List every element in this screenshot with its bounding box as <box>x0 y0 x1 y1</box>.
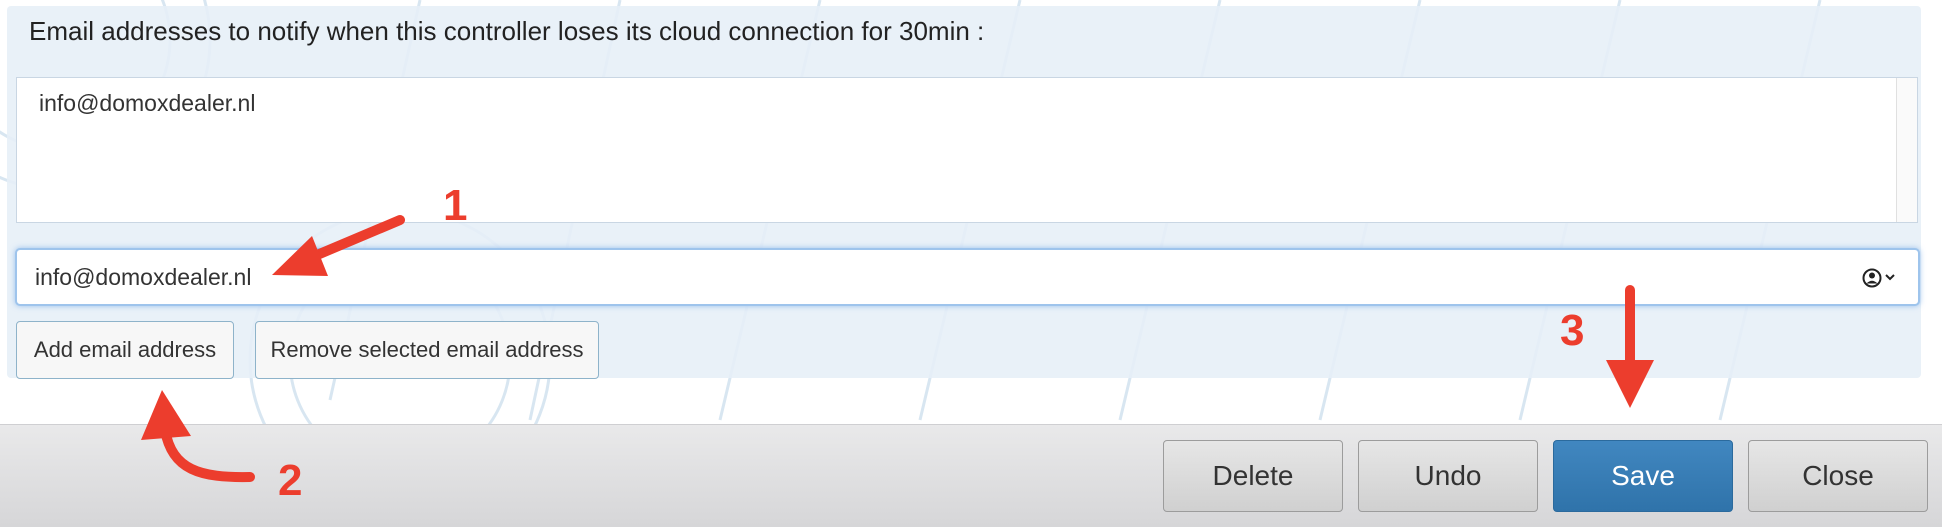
close-button[interactable]: Close <box>1748 440 1928 512</box>
add-email-button[interactable]: Add email address <box>16 321 234 379</box>
remove-email-button[interactable]: Remove selected email address <box>255 321 599 379</box>
email-list-item[interactable]: info@domoxdealer.nl <box>39 90 255 117</box>
email-input[interactable] <box>35 262 1835 292</box>
save-button[interactable]: Save <box>1553 440 1733 512</box>
email-input-field[interactable] <box>15 248 1920 306</box>
contact-card-icon[interactable] <box>1860 266 1898 290</box>
email-list-scrollbar[interactable] <box>1896 78 1917 222</box>
delete-button[interactable]: Delete <box>1163 440 1343 512</box>
chevron-down-icon <box>1885 274 1895 281</box>
undo-button[interactable]: Undo <box>1358 440 1538 512</box>
email-list[interactable]: info@domoxdealer.nl <box>16 77 1918 223</box>
email-notify-label: Email addresses to notify when this cont… <box>29 16 985 46</box>
